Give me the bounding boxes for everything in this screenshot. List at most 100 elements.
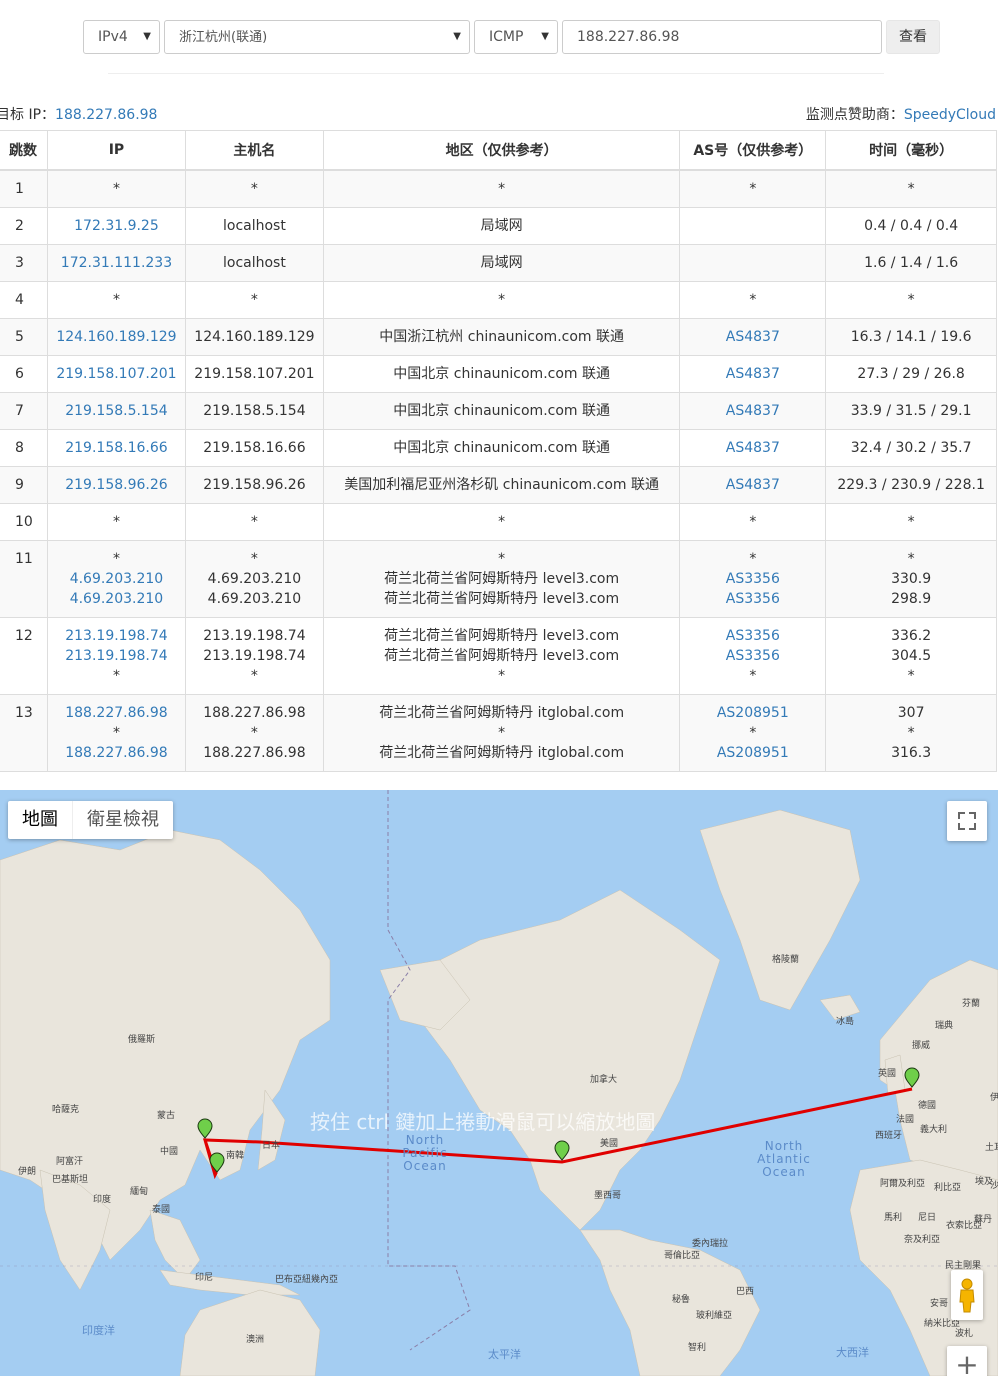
hop-cell: 5 <box>0 317 48 356</box>
hostname-cell: 219.158.5.154 <box>184 391 324 430</box>
chevron-down-icon: ▼ <box>453 31 461 42</box>
ip-link[interactable]: 219.158.16.66 <box>52 438 181 458</box>
as-cell <box>679 206 827 245</box>
as-link[interactable]: AS4837 <box>684 401 821 421</box>
map-type-map-button[interactable]: 地圖 <box>8 801 72 839</box>
map-label: 安哥 <box>930 1299 949 1309</box>
ip-link[interactable]: 219.158.5.154 <box>52 401 181 421</box>
region-cell: * <box>322 502 681 541</box>
hostname-cell-value: * <box>250 667 258 684</box>
region-cell-value: * <box>498 291 506 308</box>
ip-link[interactable]: 213.19.198.74 <box>52 626 181 646</box>
street-view-button[interactable] <box>951 1270 983 1320</box>
as-link[interactable]: AS3356 <box>684 646 821 666</box>
fullscreen-button[interactable] <box>947 801 987 841</box>
as-cell: * <box>679 169 827 208</box>
region-cell: 荷兰北荷兰省阿姆斯特丹 itglobal.com * 荷兰北荷兰省阿姆斯特丹 itg… <box>322 693 681 772</box>
ip-link[interactable]: 188.227.86.98 <box>52 703 181 723</box>
region-cell: 局域网 <box>322 206 681 245</box>
hostname-cell-value: 188.227.86.98 <box>203 704 306 721</box>
hostname-cell-value: localhost <box>223 254 286 271</box>
time-cell: 229.3 / 230.9 / 228.1 <box>825 465 997 504</box>
map-canvas <box>0 790 998 1376</box>
chevron-down-icon: ▼ <box>143 31 151 42</box>
hostname-cell: localhost <box>184 206 324 245</box>
time-cell-value: * <box>907 180 915 197</box>
map-label: 泰國 <box>152 1205 171 1215</box>
map-label: 巴布亞紐幾內亞 <box>275 1275 339 1285</box>
time-cell: 307 * 316.3 <box>825 693 997 772</box>
ip-link[interactable]: 4.69.203.210 <box>52 589 181 609</box>
ip-link[interactable]: 172.31.111.233 <box>52 253 181 273</box>
as-link[interactable]: AS3356 <box>684 589 821 609</box>
map-label: 加拿大 <box>590 1075 618 1085</box>
ip-link[interactable]: 188.227.86.98 <box>52 743 181 763</box>
region-cell: 中国浙江杭州 chinaunicom.com 联通 <box>322 317 681 356</box>
as-link[interactable]: AS4837 <box>684 327 821 347</box>
time-cell: 27.3 / 29 / 26.8 <box>825 354 997 393</box>
as-link[interactable]: AS3356 <box>684 569 821 589</box>
as-link[interactable]: AS4837 <box>684 475 821 495</box>
hostname-cell-value: * <box>250 513 258 530</box>
table-row: 5 124.160.189.129 124.160.189.129 中国浙江杭州 ch… <box>0 317 997 356</box>
ip-cell: 124.160.189.129 <box>46 317 186 356</box>
table-row: 13 188.227.86.98 * 188.227.86.98 188.227.86.… <box>0 693 997 772</box>
sponsor-link[interactable]: SpeedyCloud <box>904 107 996 123</box>
map-type-control: 地圖 衛星檢視 <box>8 801 173 839</box>
as-cell-value: * <box>749 291 757 308</box>
map-label: 芬蘭 <box>962 999 981 1009</box>
hostname-cell-value: 219.158.16.66 <box>203 439 306 456</box>
submit-button[interactable]: 查看 <box>886 20 940 54</box>
ip-link[interactable]: 4.69.203.210 <box>52 569 181 589</box>
as-link[interactable]: AS4837 <box>684 438 821 458</box>
protocol-value: ICMP <box>489 29 524 45</box>
time-cell: * <box>825 502 997 541</box>
time-cell-value: * <box>907 550 915 567</box>
as-link[interactable]: AS3356 <box>684 626 821 646</box>
hop-cell: 12 <box>0 616 48 695</box>
region-cell-value: * <box>498 667 506 684</box>
map-label: 巴基斯坦 <box>52 1175 89 1185</box>
as-cell: AS208951 * AS208951 <box>679 693 827 772</box>
as-link[interactable]: AS4837 <box>684 364 821 384</box>
zoom-in-button[interactable]: + <box>947 1346 987 1376</box>
table-header-row: 跳数 IP 主机名 地区（仅供参考） AS号（仅供参考） 时间（毫秒） <box>0 130 997 171</box>
ip-link[interactable]: 213.19.198.74 <box>52 646 181 666</box>
hop-cell: 6 <box>0 354 48 393</box>
as-link[interactable]: AS208951 <box>684 703 821 723</box>
header-hop: 跳数 <box>0 130 48 171</box>
ip-link[interactable]: 219.158.107.201 <box>52 364 181 384</box>
region-cell-value: * <box>498 180 506 197</box>
map-label: 哈薩克 <box>52 1105 80 1115</box>
ip-link[interactable]: 172.31.9.25 <box>52 216 181 236</box>
region-cell-value: 荷兰北荷兰省阿姆斯特丹 level3.com <box>384 647 620 664</box>
ip-version-value: IPv4 <box>98 29 128 45</box>
map-label: 中國 <box>160 1147 179 1157</box>
ip-cell: 219.158.5.154 <box>46 391 186 430</box>
map-type-satellite-button[interactable]: 衛星檢視 <box>72 801 173 839</box>
ip-cell-value: * <box>112 180 120 197</box>
time-cell-value: 304.5 <box>891 647 932 664</box>
hostname-cell-value: * <box>250 180 258 197</box>
as-link[interactable]: AS208951 <box>684 743 821 763</box>
ocean-label: North Atlantic Ocean <box>757 1139 811 1179</box>
region-cell-value: * <box>498 550 506 567</box>
region-cell-value: 局域网 <box>480 254 523 271</box>
ip-version-select[interactable]: IPv4 ▼ <box>83 20 160 54</box>
ip-cell-value: * <box>112 667 120 684</box>
ocean-label: 印度洋 <box>82 1324 115 1337</box>
region-cell-value: 局域网 <box>480 217 523 234</box>
sponsor-info: 监测点赞助商：SpeedyCloud <box>806 104 996 124</box>
protocol-select[interactable]: ICMP ▼ <box>474 20 558 54</box>
map-label: 波札 <box>955 1329 974 1339</box>
ip-link[interactable]: 124.160.189.129 <box>52 327 181 347</box>
hop-cell: 4 <box>0 280 48 319</box>
time-cell: * <box>825 280 997 319</box>
route-map[interactable]: 格陵蘭 冰島 挪威 芬蘭 瑞典 英國 德國 法國 義大利 西班牙 土耳 俄羅斯 … <box>0 790 998 1376</box>
hop-cell: 3 <box>0 243 48 282</box>
target-input[interactable]: 188.227.86.98 <box>562 20 882 54</box>
location-select[interactable]: 浙江杭州(联通) ▼ <box>164 20 470 54</box>
ip-link[interactable]: 219.158.96.26 <box>52 475 181 495</box>
map-label: 蒙古 <box>157 1111 176 1121</box>
target-ip-value: 188.227.86.98 <box>55 107 158 123</box>
